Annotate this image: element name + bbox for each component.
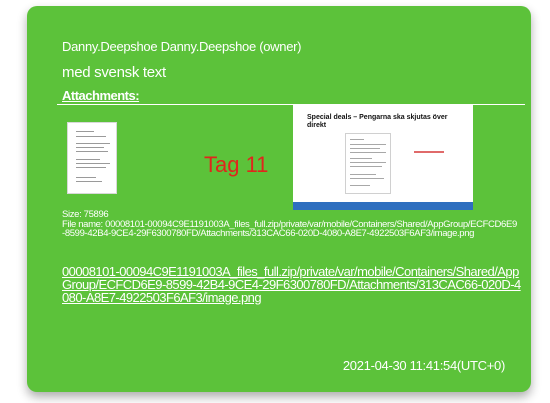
attachments-label: Attachments:	[62, 88, 140, 103]
thumb-line	[76, 136, 106, 137]
doc-line	[350, 178, 384, 179]
doc-line	[350, 148, 380, 149]
thumb-line	[76, 167, 106, 168]
message-text: med svensk text	[62, 64, 166, 81]
preview-title: Special deals – Pengarna ska skjutas öve…	[307, 114, 448, 129]
attachment-file-name: File name: 00008101-00094C9E1191003A_fil…	[62, 218, 517, 239]
doc-line	[350, 139, 364, 140]
preview-document	[345, 133, 391, 194]
thumb-line	[76, 131, 94, 132]
chat-page: Danny.Deepshoe Danny.Deepshoe (owner) me…	[0, 0, 550, 403]
message-bubble: Danny.Deepshoe Danny.Deepshoe (owner) me…	[27, 6, 531, 392]
message-timestamp: 2021-04-30 11:41:54(UTC+0)	[342, 358, 505, 373]
thumb-line	[76, 177, 96, 178]
doc-line	[350, 158, 372, 159]
preview-red-note	[414, 151, 444, 153]
doc-line	[350, 185, 370, 186]
preview-footer-bar	[293, 202, 473, 210]
thumb-line	[76, 163, 110, 164]
tag-label: Tag 11	[204, 152, 269, 177]
doc-line	[350, 174, 376, 175]
thumb-line	[76, 143, 110, 144]
attachment-preview-large[interactable]: Special deals – Pengarna ska skjutas öve…	[293, 105, 473, 210]
sender-name: Danny.Deepshoe Danny.Deepshoe (owner)	[62, 39, 302, 54]
doc-line	[350, 162, 386, 163]
thumb-line	[76, 147, 104, 148]
bubble-tail	[64, 6, 84, 20]
attachment-link[interactable]: 00008101-00094C9E1191003A_files_full.zip…	[62, 265, 522, 304]
attachment-thumbnail-small[interactable]	[67, 122, 117, 194]
thumb-line	[76, 151, 108, 152]
doc-line	[350, 166, 382, 167]
thumb-line	[76, 181, 102, 182]
doc-line	[350, 144, 386, 145]
doc-line	[350, 152, 386, 153]
attachment-meta: Size: 75896 File name: 00008101-00094C9E…	[62, 210, 517, 239]
thumb-line	[76, 159, 100, 160]
